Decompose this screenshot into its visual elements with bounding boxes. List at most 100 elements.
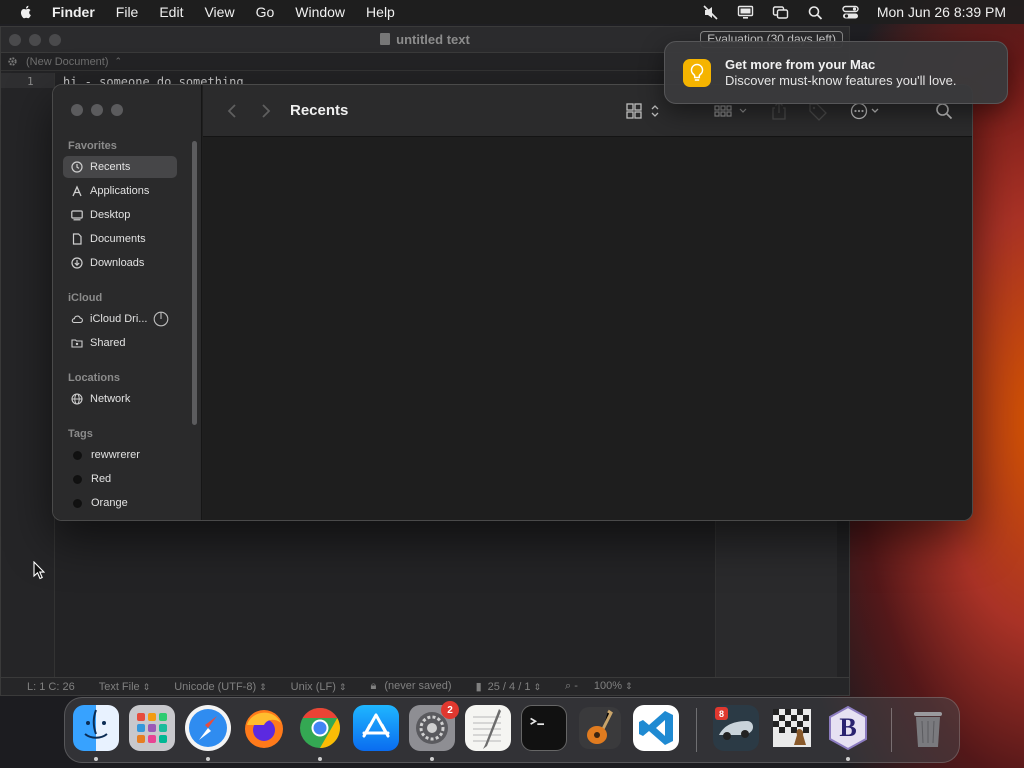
dock-app-racing-game[interactable]: 8	[713, 705, 759, 751]
syntax-menu[interactable]: Text File ⇕	[99, 681, 151, 693]
sidebar-section-icloud: iCloud	[68, 292, 103, 304]
menu-go[interactable]: Go	[256, 4, 275, 20]
sidebar-item-label: rewwrerer	[91, 449, 140, 461]
chevron-updown-icon: ⌃	[114, 56, 123, 66]
notification-text: Get more from your Mac Discover must-kno…	[725, 57, 957, 88]
finder-zoom-button[interactable]	[111, 104, 123, 116]
tag-color-dot	[73, 498, 82, 508]
menu-edit[interactable]: Edit	[159, 4, 183, 20]
apple-menu-icon[interactable]	[18, 4, 34, 20]
dock-divider	[696, 708, 697, 752]
dock-app-textedit[interactable]	[465, 705, 511, 751]
lock-icon[interactable]: 🔒︎	[370, 680, 376, 692]
terminal-icon	[530, 717, 544, 726]
mute-icon[interactable]	[702, 4, 719, 20]
sidebar-item-network[interactable]: Network	[63, 388, 177, 410]
dock-app-chess[interactable]	[769, 705, 815, 751]
sidebar-item-label: Shared	[90, 337, 126, 349]
dock-app-safari[interactable]	[185, 705, 231, 751]
dock-app-firefox[interactable]	[241, 705, 287, 751]
garageband-icon	[579, 707, 621, 749]
tag-button[interactable]	[808, 101, 828, 121]
share-icon	[772, 101, 786, 120]
menu-file[interactable]: File	[116, 4, 139, 20]
zoom-icon: ⌕ -	[565, 680, 578, 692]
cursor-position[interactable]: L: 1 C: 26	[27, 681, 75, 693]
dock-app-app-store[interactable]	[353, 705, 399, 751]
editor-title-text: untitled text	[396, 32, 470, 47]
display-icon[interactable]	[737, 5, 754, 20]
dock-app-trash[interactable]	[905, 705, 951, 751]
line-endings-menu[interactable]: Unix (LF) ⇕	[291, 681, 347, 693]
chess-icon	[773, 709, 811, 747]
sidebar-item-downloads[interactable]: Downloads	[63, 252, 177, 274]
notification-badge: 2	[441, 701, 459, 719]
running-indicator	[846, 757, 850, 761]
finder-folder-title: Recents	[290, 102, 349, 119]
chevron-updown-icon: ⇕	[142, 681, 151, 692]
sidebar-item-recents[interactable]: Recents	[63, 156, 177, 178]
encoding-menu[interactable]: Unicode (UTF-8) ⇕	[174, 681, 266, 693]
more-actions-button[interactable]	[850, 101, 886, 121]
path-label[interactable]: (New Document)	[26, 56, 109, 68]
finder-minimize-button[interactable]	[91, 104, 103, 116]
dock-app-bbedit[interactable]: B	[825, 705, 871, 751]
sidebar-tag-rewwrerer[interactable]: rewwrerer	[63, 444, 177, 466]
sidebar-tag-orange[interactable]: Orange	[63, 492, 177, 514]
dock-app-chrome[interactable]	[297, 705, 343, 751]
sidebar-scrollbar[interactable]	[192, 141, 197, 425]
spotlight-icon[interactable]	[807, 5, 824, 20]
firefox-icon	[245, 710, 283, 748]
finder-content-area[interactable]	[203, 137, 972, 520]
menu-app-name[interactable]: Finder	[52, 4, 95, 20]
share-button[interactable]	[770, 101, 788, 121]
save-state: 🔒︎ (never saved)	[370, 680, 451, 693]
menu-help[interactable]: Help	[366, 4, 395, 20]
tag-icon	[809, 103, 827, 121]
view-mode-button[interactable]	[626, 101, 662, 121]
sidebar-item-label: Applications	[90, 185, 150, 197]
notification-banner[interactable]: Get more from your Mac Discover must-kno…	[664, 41, 1008, 104]
dock-app-launchpad[interactable]	[129, 705, 175, 751]
desktop-icon	[71, 210, 83, 221]
chevron-updown-icon: ⇕	[338, 681, 347, 692]
gear-icon[interactable]	[7, 56, 18, 67]
sidebar-item-shared[interactable]: Shared	[63, 332, 177, 354]
document-icon	[380, 33, 391, 45]
shared-folder-icon	[71, 339, 83, 348]
dock-app-system-settings[interactable]: 2	[409, 701, 459, 751]
bbedit-letter: B	[839, 713, 857, 742]
sidebar-item-icloud-drive[interactable]: iCloud Dri...	[63, 308, 177, 330]
dock-app-finder[interactable]	[73, 705, 119, 751]
back-arrow-icon[interactable]	[225, 103, 239, 119]
chevron-updown-icon: ⇕	[625, 681, 633, 691]
menu-clock[interactable]: Mon Jun 26 8:39 PM	[877, 4, 1006, 20]
running-indicator	[94, 757, 98, 761]
search-button[interactable]	[935, 101, 953, 121]
finder-close-button[interactable]	[71, 104, 83, 116]
forward-arrow-icon[interactable]	[259, 103, 273, 119]
dock-app-terminal[interactable]	[521, 705, 567, 751]
chrome-icon	[300, 708, 340, 748]
dock-app-garageband[interactable]	[577, 705, 623, 751]
group-button[interactable]	[714, 101, 750, 121]
sidebar-item-label: Recents	[90, 161, 131, 173]
screen-mirroring-icon[interactable]	[772, 5, 789, 20]
sidebar-item-label: iCloud Dri...	[90, 313, 148, 325]
launchpad-icon	[137, 713, 167, 743]
sidebar-section-favorites: Favorites	[68, 140, 117, 152]
chevron-updown-icon: ⇕	[259, 681, 267, 692]
dock-app-vscode[interactable]	[633, 705, 679, 751]
finder-window-controls	[71, 104, 123, 116]
document-counts[interactable]: ▮ 25 / 4 / 1 ⇕	[476, 680, 541, 693]
menu-window[interactable]: Window	[295, 4, 345, 20]
mouse-cursor-icon	[33, 561, 45, 580]
sidebar-item-applications[interactable]: Applications	[63, 180, 177, 202]
sidebar-item-documents[interactable]: Documents	[63, 228, 177, 250]
control-center-icon[interactable]	[842, 5, 859, 20]
sidebar-item-desktop[interactable]: Desktop	[63, 204, 177, 226]
menu-view[interactable]: View	[204, 4, 234, 20]
sidebar-tag-red[interactable]: Red	[63, 468, 177, 490]
save-state-label: (never saved)	[384, 680, 452, 692]
zoom-menu[interactable]: ⌕ - 100% ⇕	[565, 680, 633, 693]
